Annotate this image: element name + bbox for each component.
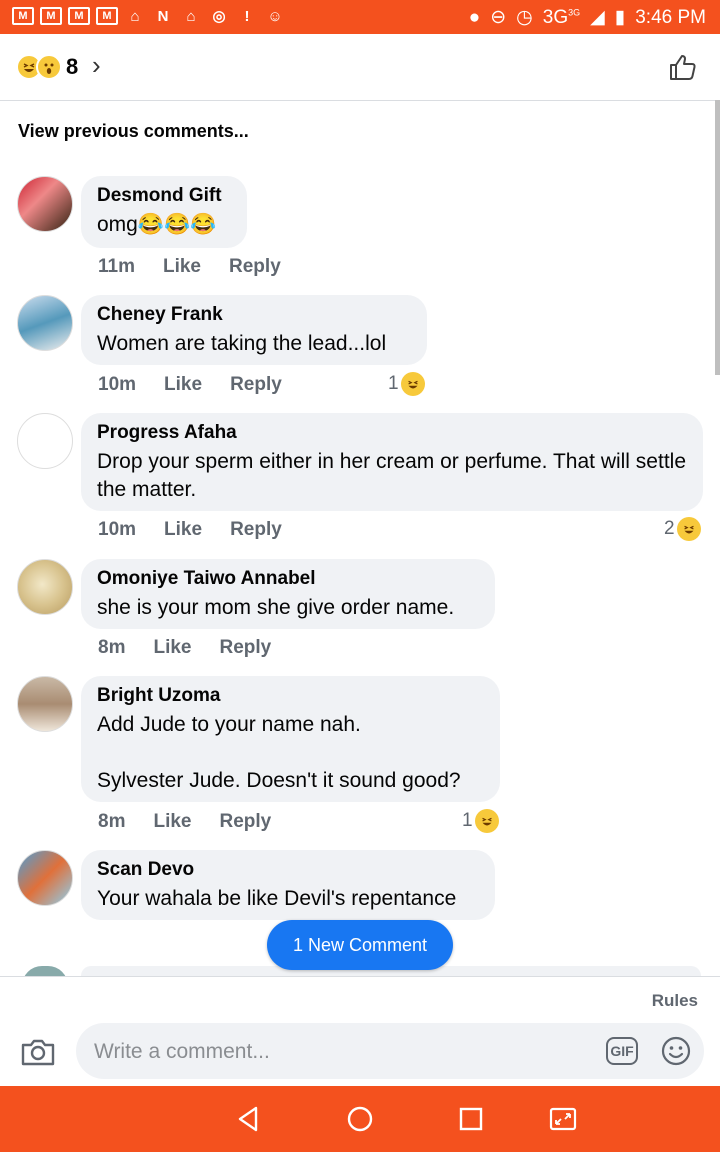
gmail-icon: M	[12, 7, 34, 25]
comment-reaction-count[interactable]: 1	[388, 372, 425, 396]
comment-bubble[interactable]: Cheney Frank Women are taking the lead..…	[81, 295, 427, 365]
home-icon[interactable]	[345, 1104, 375, 1134]
comment-reaction-count[interactable]: 1	[462, 809, 499, 833]
comment-author[interactable]: Progress Afaha	[97, 422, 687, 444]
recents-icon[interactable]	[456, 1104, 486, 1134]
comment-time: 8m	[98, 637, 126, 658]
avatar[interactable]	[17, 295, 73, 351]
laughing-emoji-icon	[676, 517, 701, 541]
comment-bubble[interactable]: Scan Devo Your wahala be like Devil's re…	[81, 850, 495, 920]
reply-link[interactable]: Reply	[230, 374, 282, 396]
comment-bubble[interactable]: Desmond Gift omg😂😂😂	[81, 176, 247, 248]
battery-icon: ▮	[614, 7, 626, 28]
message-icon: ☺	[267, 7, 283, 25]
comment-author[interactable]: Omoniye Taiwo Annabel	[97, 568, 479, 590]
notification-icons: M M M M ⌂ N ⌂ ◎ ! ☺	[12, 5, 286, 27]
network-type: 3G3G	[542, 6, 581, 28]
reply-link[interactable]: Reply	[220, 811, 272, 833]
do-not-disturb-icon: ⊖	[490, 7, 507, 28]
scrollbar[interactable]	[715, 100, 720, 375]
chevron-right-icon[interactable]: ›	[92, 50, 101, 81]
system-indicators: ● ⊖ ◷ 3G3G ◢ ▮ 3:46 PM	[469, 6, 706, 29]
comment-time: 10m	[98, 519, 137, 540]
signal-icon: ◢	[590, 7, 605, 28]
like-link[interactable]: Like	[164, 374, 202, 396]
comment-text: Women are taking the lead...lol	[97, 332, 387, 355]
emoji-smile-icon[interactable]	[660, 1035, 692, 1067]
navigation-bar	[0, 1086, 720, 1152]
comment-actions: 10m Like Reply	[98, 374, 282, 396]
camera-icon[interactable]	[20, 1037, 56, 1067]
alarm-icon: ◷	[516, 7, 533, 28]
comment-time: 10m	[98, 374, 137, 395]
avatar[interactable]	[17, 559, 73, 615]
surprised-emoji-icon	[36, 54, 62, 80]
comment-text: Drop your sperm either in her cream or p…	[97, 450, 692, 501]
comment-author[interactable]: Scan Devo	[97, 859, 479, 881]
gmail-icon: M	[40, 7, 62, 25]
comment-text: she is your mom she give order name.	[97, 596, 455, 619]
cleaner-icon: ⌂	[186, 7, 196, 25]
comment-author[interactable]: Cheney Frank	[97, 304, 411, 326]
comment-bubble[interactable]: Omoniye Taiwo Annabel she is your mom sh…	[81, 559, 495, 629]
comment-bubble[interactable]: Progress Afaha Drop your sperm either in…	[81, 413, 703, 511]
laughing-emoji-icon	[474, 809, 499, 833]
reaction-count: 8	[66, 54, 79, 79]
back-icon[interactable]	[234, 1104, 264, 1134]
view-previous-comments-link[interactable]: View previous comments...	[18, 121, 249, 142]
clock: 3:46 PM	[635, 6, 706, 28]
location-icon: ●	[468, 6, 481, 28]
comment-author[interactable]: Bright Uzoma	[97, 685, 484, 707]
avatar[interactable]	[17, 850, 73, 906]
status-bar: M M M M ⌂ N ⌂ ◎ ! ☺ ● ⊖ ◷ 3G3G ◢ ▮ 3:46 …	[0, 0, 720, 34]
comment-time: 8m	[98, 811, 126, 832]
reply-link[interactable]: Reply	[220, 637, 272, 659]
comment-actions: 11m Like Reply	[98, 256, 281, 278]
like-link[interactable]: Like	[153, 811, 191, 833]
comment-text: Add Jude to your name nah. Sylvester Jud…	[97, 713, 461, 792]
reply-link[interactable]: Reply	[230, 519, 282, 541]
comment-input-container[interactable]: GIF	[76, 1023, 704, 1079]
alert-shield-icon: !	[244, 7, 250, 25]
reactions-header[interactable]: 8 ›	[0, 34, 720, 101]
avatar[interactable]	[17, 676, 73, 732]
comment-text: Your wahala be like Devil's repentance	[97, 887, 457, 910]
circle-icon: ◎	[212, 8, 226, 25]
like-thumb-icon[interactable]	[668, 52, 698, 82]
gif-button[interactable]: GIF	[606, 1037, 638, 1065]
rules-link[interactable]: Rules	[652, 991, 698, 1011]
comment-author[interactable]: Desmond Gift	[97, 185, 231, 207]
gmail-icon: M	[68, 7, 90, 25]
like-link[interactable]: Like	[163, 256, 201, 278]
comment-time: 11m	[98, 256, 135, 277]
reaction-emojis	[16, 54, 62, 80]
comment-actions: 8m Like Reply	[98, 637, 271, 659]
laughing-emoji-icon	[400, 372, 425, 396]
news-icon: N	[157, 7, 169, 25]
comment-composer: Rules GIF	[0, 976, 720, 1087]
like-link[interactable]: Like	[153, 637, 191, 659]
gmail-icon: M	[96, 7, 118, 25]
comment-text: omg😂😂😂	[97, 213, 217, 236]
cleaner-icon: ⌂	[130, 7, 140, 25]
comment-input[interactable]	[92, 1033, 576, 1071]
comment-actions: 10m Like Reply	[98, 519, 282, 541]
new-comment-button[interactable]: 1 New Comment	[267, 920, 453, 970]
comment-bubble[interactable]: Bright Uzoma Add Jude to your name nah. …	[81, 676, 500, 802]
screen-switch-icon[interactable]	[548, 1104, 578, 1134]
reply-link[interactable]: Reply	[229, 256, 281, 278]
comment-actions: 8m Like Reply	[98, 811, 271, 833]
like-link[interactable]: Like	[164, 519, 202, 541]
avatar[interactable]	[17, 176, 73, 232]
comment-reaction-count[interactable]: 2	[664, 517, 701, 541]
avatar[interactable]	[17, 413, 73, 469]
